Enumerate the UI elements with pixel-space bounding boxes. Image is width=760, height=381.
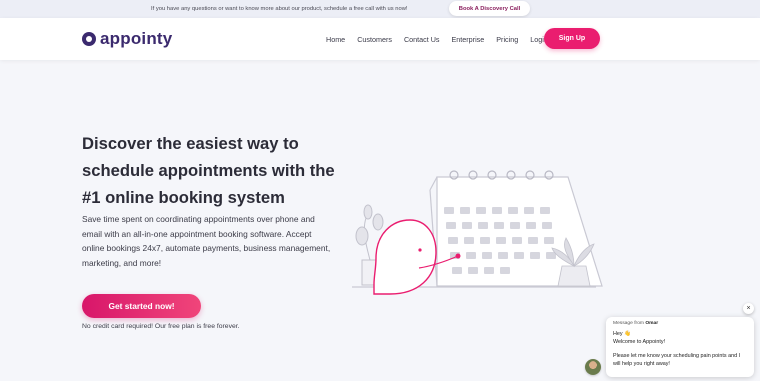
- logo[interactable]: appointy: [82, 29, 172, 49]
- site-header: appointy Home Customers Contact Us Enter…: [0, 18, 760, 60]
- nav-link-customers[interactable]: Customers: [357, 35, 392, 44]
- book-discovery-call-button[interactable]: Book A Discovery Call: [449, 1, 530, 16]
- calendar-illustration: [352, 170, 603, 295]
- chat-sender-name: Omar: [645, 321, 659, 326]
- nav-link-home[interactable]: Home: [326, 35, 345, 44]
- nav-link-pricing[interactable]: Pricing: [496, 35, 518, 44]
- chat-sender-prefix: Message from: [613, 321, 644, 326]
- chat-popup[interactable]: Message from Omar Hey 👋 Welcome to Appoi…: [606, 317, 754, 377]
- chat-message: Please let me know your scheduling pain …: [613, 353, 741, 367]
- get-started-button[interactable]: Get started now!: [82, 294, 201, 318]
- logo-icon: [82, 32, 96, 46]
- hero-headline: Discover the easiest way to schedule app…: [82, 134, 335, 207]
- free-plan-note: No credit card required! Our free plan i…: [82, 323, 240, 330]
- chat-close-button[interactable]: ×: [743, 303, 754, 314]
- announcement-text: If you have any questions or want to kno…: [151, 6, 408, 12]
- chat-greeting: Hey 👋: [613, 331, 631, 337]
- chat-agent-avatar[interactable]: [585, 359, 601, 375]
- announcement-bar: If you have any questions or want to kno…: [0, 0, 760, 18]
- hero-subtext: Save time spent on coordinating appointm…: [82, 214, 331, 268]
- main-nav: Home Customers Contact Us Enterprise Pri…: [326, 18, 560, 60]
- chat-sender: Message from Omar: [613, 321, 747, 326]
- logo-text: appointy: [100, 29, 173, 48]
- sign-up-button[interactable]: Sign Up: [544, 28, 600, 49]
- nav-link-enterprise[interactable]: Enterprise: [452, 35, 485, 44]
- chat-welcome: Welcome to Appointy!: [613, 339, 666, 345]
- nav-link-contact-us[interactable]: Contact Us: [404, 35, 440, 44]
